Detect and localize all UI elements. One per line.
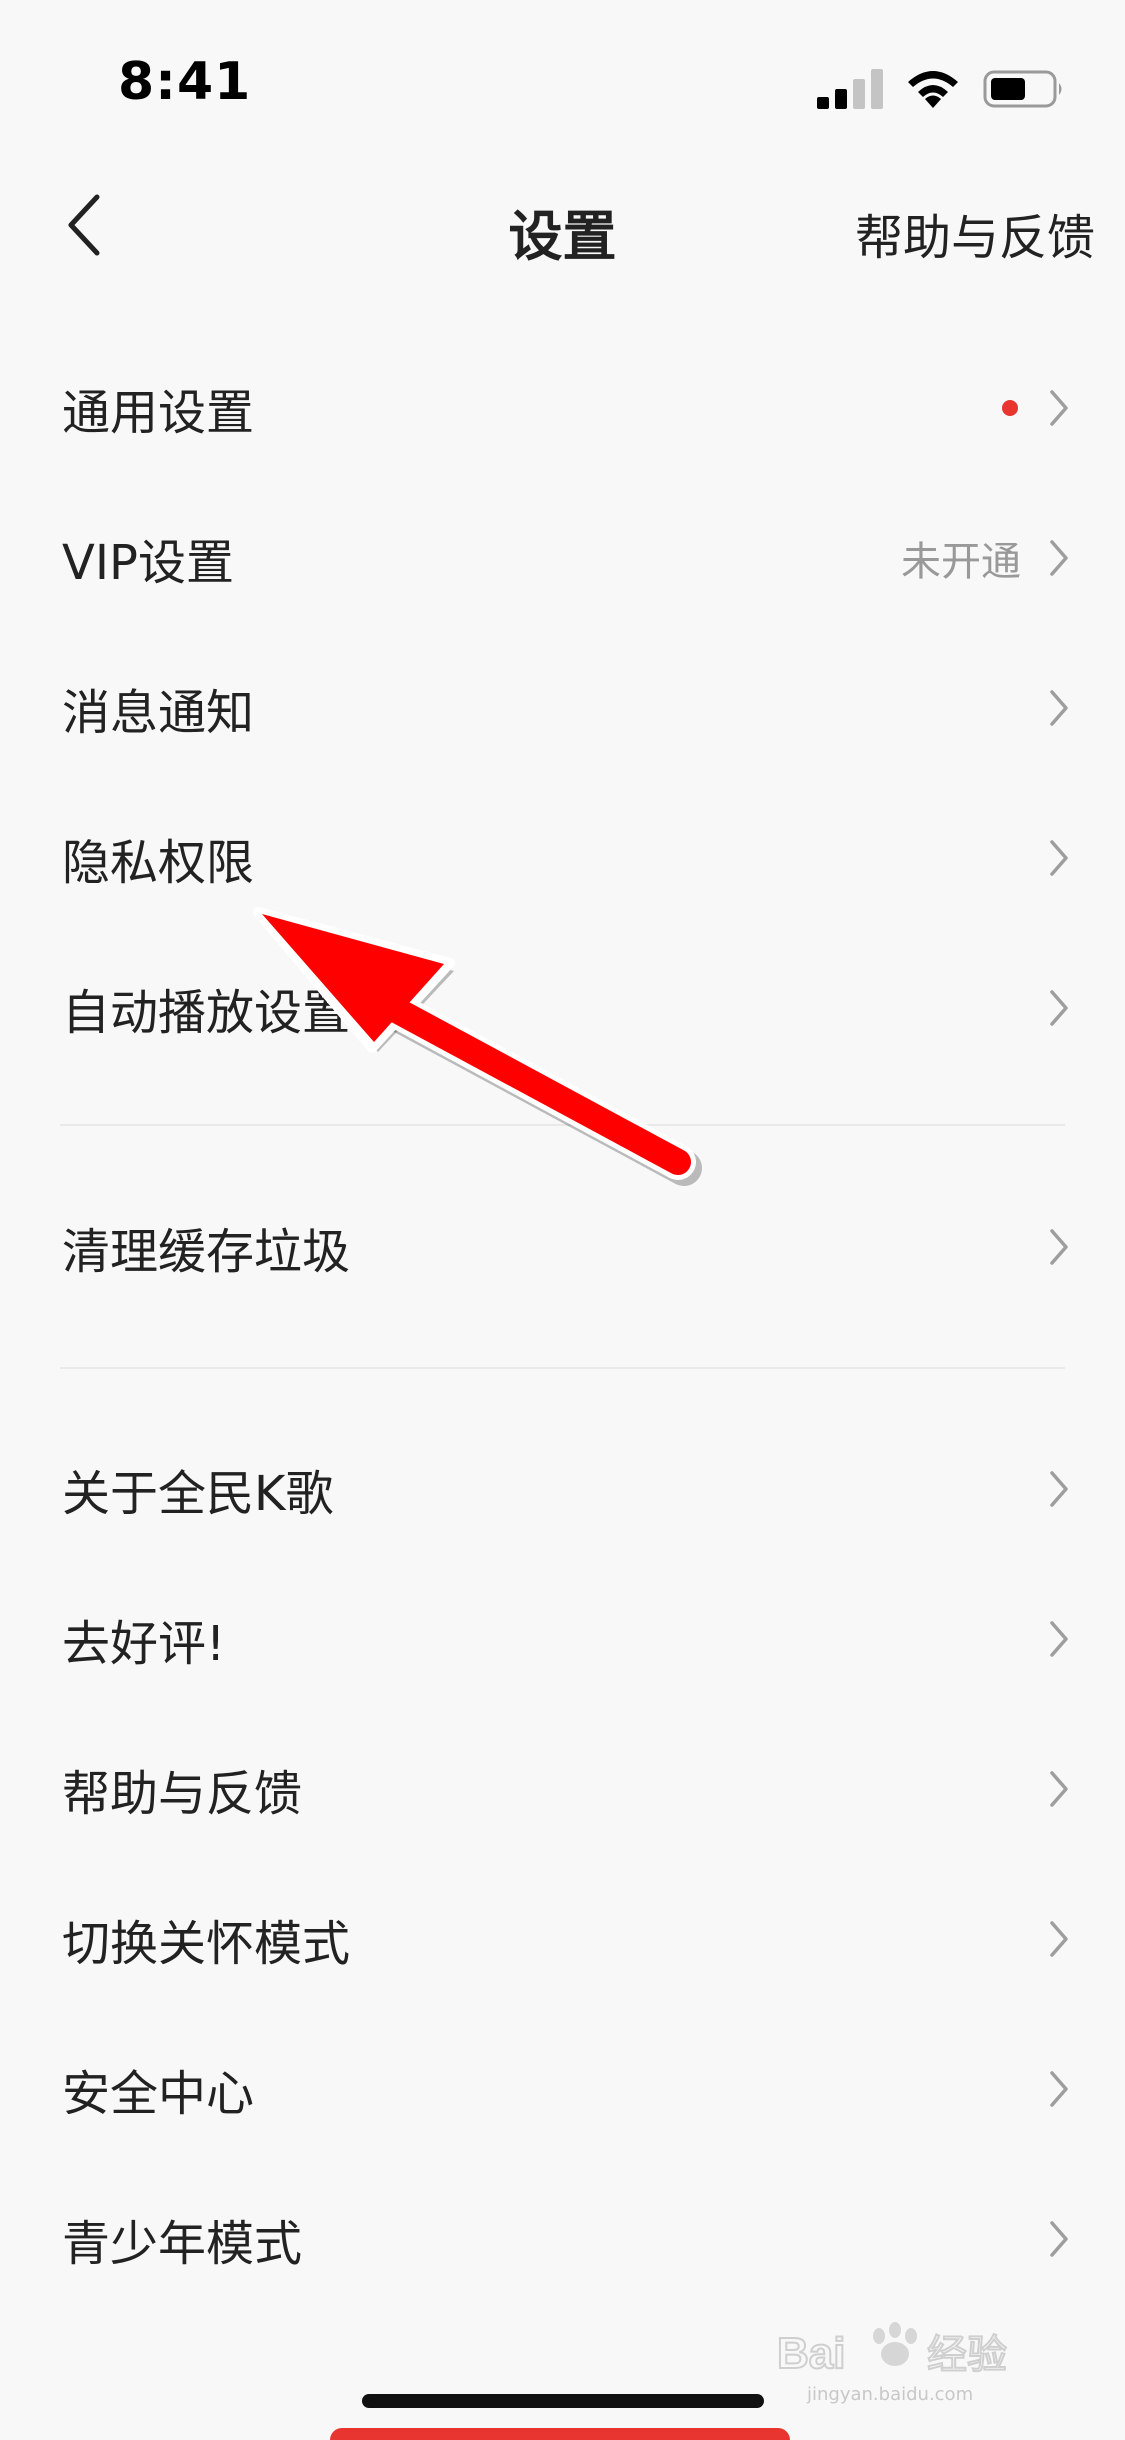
bottom-red-edge <box>330 2428 790 2440</box>
row-help-feedback[interactable]: 帮助与反馈 <box>0 1714 1125 1864</box>
new-badge-dot <box>1002 400 1018 416</box>
row-label: 清理缓存垃圾 <box>62 1224 351 1280</box>
section-divider <box>60 1367 1065 1369</box>
chevron-right-icon <box>1050 690 1068 726</box>
wifi-icon <box>908 71 958 108</box>
signal-icon <box>817 69 883 109</box>
vip-status-value: 未开通 <box>901 539 1021 585</box>
row-label: 帮助与反馈 <box>62 1766 303 1822</box>
chevron-right-icon <box>1050 1921 1068 1957</box>
row-vip-settings[interactable]: VIP设置 未开通 <box>0 483 1125 633</box>
row-label: 去好评! <box>62 1616 226 1672</box>
section-divider <box>60 1124 1065 1126</box>
svg-text:jingyan.baidu.com: jingyan.baidu.com <box>806 2384 973 2405</box>
row-general-settings[interactable]: 通用设置 <box>0 333 1125 483</box>
baidu-watermark: Bai 经验 jingyan.baidu.com <box>776 2322 1008 2405</box>
row-teen-mode[interactable]: 青少年模式 <box>0 2164 1125 2314</box>
row-label: 安全中心 <box>62 2066 255 2122</box>
chevron-right-icon <box>1050 1471 1068 1507</box>
row-label: 通用设置 <box>62 385 255 441</box>
status-bar: 8:41 <box>0 0 1125 140</box>
row-label: 隐私权限 <box>62 835 255 891</box>
row-security-center[interactable]: 安全中心 <box>0 2014 1125 2164</box>
chevron-right-icon <box>1050 540 1068 576</box>
row-label: 切换关怀模式 <box>62 1916 351 1972</box>
row-about[interactable]: 关于全民K歌 <box>0 1414 1125 1564</box>
home-indicator[interactable] <box>362 2394 764 2408</box>
row-label: VIP设置 <box>62 535 234 591</box>
chevron-right-icon <box>1050 990 1068 1026</box>
chevron-right-icon <box>1050 1771 1068 1807</box>
row-rate-app[interactable]: 去好评! <box>0 1564 1125 1714</box>
chevron-right-icon <box>1050 840 1068 876</box>
chevron-right-icon <box>1050 2221 1068 2257</box>
row-clear-cache[interactable]: 清理缓存垃圾 <box>0 1172 1125 1322</box>
chevron-right-icon <box>1050 2071 1068 2107</box>
status-time: 8:41 <box>118 52 252 112</box>
row-label: 自动播放设置 <box>62 985 351 1041</box>
row-label: 青少年模式 <box>62 2216 303 2272</box>
svg-text:经验: 经验 <box>927 2332 1007 2378</box>
nav-bar: 设置 帮助与反馈 <box>0 170 1125 280</box>
row-autoplay-settings[interactable]: 自动播放设置 <box>0 933 1125 1083</box>
row-label: 关于全民K歌 <box>62 1466 334 1522</box>
row-care-mode[interactable]: 切换关怀模式 <box>0 1864 1125 2014</box>
chevron-right-icon <box>1050 390 1068 426</box>
row-label: 消息通知 <box>62 685 255 741</box>
chevron-right-icon <box>1050 1229 1068 1265</box>
row-privacy-permissions[interactable]: 隐私权限 <box>0 783 1125 933</box>
svg-text:Bai: Bai <box>777 2329 845 2378</box>
chevron-right-icon <box>1050 1621 1068 1657</box>
help-feedback-link[interactable]: 帮助与反馈 <box>855 198 1095 268</box>
status-icons <box>817 64 1065 114</box>
battery-icon <box>983 70 1062 108</box>
row-notifications[interactable]: 消息通知 <box>0 633 1125 783</box>
